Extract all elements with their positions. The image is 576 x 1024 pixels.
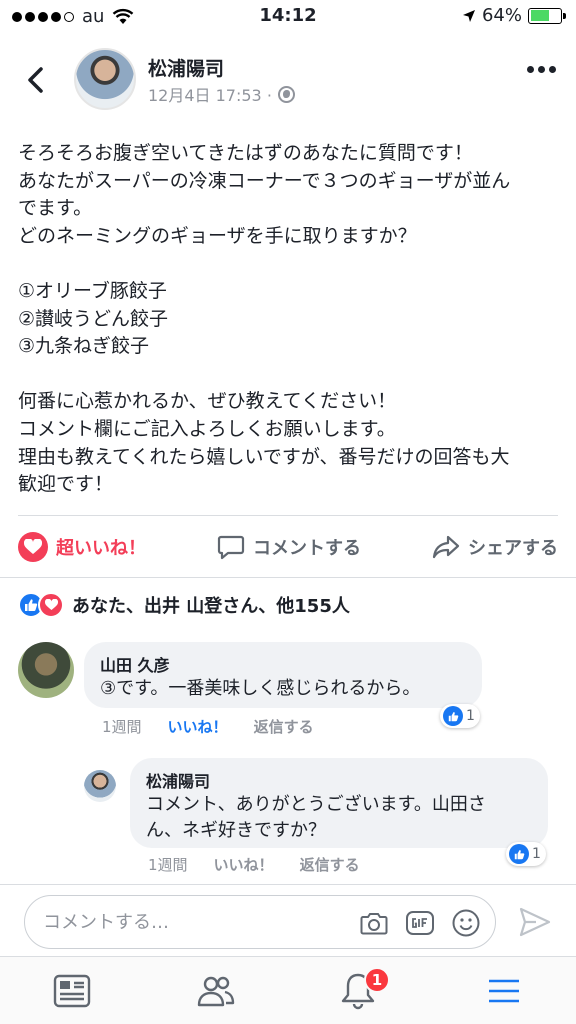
share-label: シェアする [468, 537, 558, 559]
battery-icon [528, 7, 566, 24]
like-count: 1 [532, 846, 541, 862]
comment-text: ③です。一番美味しく感じられるから。 [100, 678, 421, 699]
comment-input-box[interactable] [24, 895, 496, 949]
location-arrow-icon [462, 9, 475, 22]
love-reaction-button[interactable]: 超いいね！ [18, 531, 146, 562]
commenter-avatar[interactable] [18, 642, 74, 698]
friends-icon[interactable] [196, 971, 236, 1011]
news-feed-icon[interactable] [52, 971, 92, 1011]
reply-reply-button[interactable]: 返信する [300, 854, 360, 875]
comment-composer [0, 884, 576, 956]
comment-label: コメントする [253, 537, 361, 559]
post-header: 松浦陽司 12月4日 17:53 · [0, 42, 576, 118]
reply-author-avatar[interactable] [84, 770, 116, 802]
more-options-icon[interactable] [527, 66, 556, 73]
post-body-line: ③九条ねぎ餃子 [18, 335, 150, 358]
like-icon [443, 706, 463, 726]
menu-icon[interactable] [484, 971, 524, 1011]
reactions-summary[interactable]: あなた、出井 山登さん、他155人 [18, 592, 350, 618]
post-body-line: 理由も教えてくれたら嬉しいですが、番号だけの回答も大 [18, 445, 510, 468]
reply-author[interactable]: 松浦陽司 [146, 768, 532, 792]
globe-icon [277, 85, 295, 103]
post-body-line: そろそろお腹ぎ空いてきたはずのあなたに質問です！ [18, 142, 473, 164]
battery-percent: 64% [481, 5, 522, 26]
emoji-icon[interactable] [451, 908, 481, 938]
status-bar: au 14:12 64% [0, 0, 576, 34]
share-button[interactable]: シェアする [432, 534, 558, 560]
author-name[interactable]: 松浦陽司 [148, 54, 224, 81]
post-body-line: ①オリーブ豚餃子 [18, 279, 167, 302]
post-timestamp[interactable]: 12月4日 17:53 · [148, 82, 272, 106]
reply-time: 1週間 [148, 856, 188, 874]
post-meta: 12月4日 17:53 · [148, 82, 295, 106]
comment-reply-button[interactable]: 返信する [254, 716, 314, 737]
comment-button[interactable]: コメントする [217, 534, 361, 560]
notification-badge: 1 [364, 967, 390, 993]
divider [0, 577, 576, 578]
reaction-icons [18, 592, 64, 618]
post-body-line: コメント欄にご記入よろしくお願いします。 [18, 417, 396, 440]
post-body-line: 歓迎です！ [18, 473, 114, 496]
gif-icon[interactable] [405, 908, 435, 938]
author-avatar[interactable] [74, 48, 136, 110]
post-body-line: でます。 [18, 197, 93, 220]
reply-bubble: 松浦陽司 コメント、ありがとうございます。山田さ ん、ネギ好きですか？ [130, 758, 548, 848]
post-action-bar: 超いいね！ コメントする シェアする [18, 515, 558, 577]
love-reaction-icon [38, 592, 64, 618]
post-body-line: どのネーミングのギョーザを手に取りますか？ [18, 224, 417, 247]
post-body-line [18, 250, 558, 278]
post-body-line: あなたがスーパーの冷凍コーナーで３つのギョーザが並ん [18, 169, 511, 192]
post-body-line [18, 361, 558, 389]
comment-like-count[interactable]: 1 [440, 704, 480, 728]
post-body-line: 何番に心惹かれるか、ぜひ教えてください！ [18, 390, 397, 413]
comment-meta: 1週間 いいね！ 返信する [102, 716, 314, 737]
like-icon [509, 844, 529, 864]
reply-like-button[interactable]: いいね！ [214, 854, 274, 875]
reply-text-line-2: ん、ネギ好きですか？ [146, 820, 326, 841]
post-body-line: ②讃岐うどん餃子 [18, 307, 169, 330]
heart-icon [18, 531, 48, 562]
status-right: 64% [462, 5, 566, 26]
send-icon[interactable] [518, 906, 552, 938]
bottom-tab-bar: 1 [0, 956, 576, 1024]
comment-input[interactable] [43, 908, 343, 936]
comment-bubble: 山田 久彦 ③です。一番美味しく感じられるから。 [84, 642, 482, 708]
comment-icon [217, 535, 245, 559]
post-body: そろそろお腹ぎ空いてきたはずのあなたに質問です！ あなたがスーパーの冷凍コーナーで… [18, 140, 558, 499]
comment-author[interactable]: 山田 久彦 [100, 652, 466, 676]
love-reaction-label: 超いいね！ [56, 537, 146, 559]
reply-meta: 1週間 いいね！ 返信する [148, 854, 360, 875]
share-icon [432, 535, 460, 558]
comment-time: 1週間 [102, 718, 142, 736]
like-count: 1 [466, 708, 475, 724]
comment-like-button[interactable]: いいね！ [168, 716, 228, 737]
reply-text-line-1: コメント、ありがとうございます。山田さ [146, 794, 486, 815]
camera-icon[interactable] [359, 908, 389, 938]
reactions-summary-text: あなた、出井 山登さん、他155人 [72, 596, 350, 617]
back-arrow-icon[interactable] [22, 64, 50, 96]
reply-like-count[interactable]: 1 [506, 842, 546, 866]
